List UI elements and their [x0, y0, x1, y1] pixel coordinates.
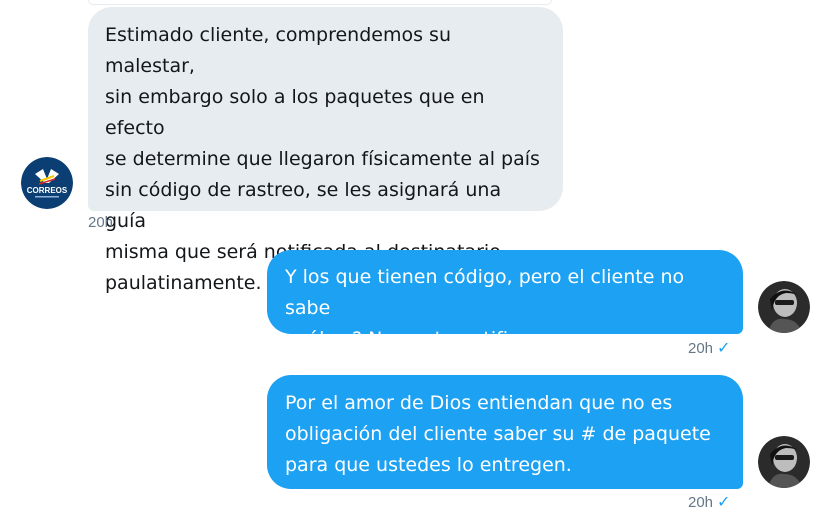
previous-message-edge: [88, 0, 552, 5]
sent-message-bubble[interactable]: Y los que tienen código, pero el cliente…: [267, 250, 743, 350]
correos-logo-icon[interactable]: CORREOS: [21, 157, 73, 209]
user-avatar-icon[interactable]: [758, 436, 810, 488]
message-timestamp: 20h: [688, 340, 714, 357]
check-icon: ✓: [717, 494, 731, 511]
message-timestamp: 20h: [88, 214, 114, 231]
correos-logo-text: CORREOS: [27, 186, 68, 195]
message-meta: 20h ✓: [688, 494, 730, 512]
sent-message-bubble[interactable]: Por el amor de Dios entiendan que no es …: [267, 375, 743, 489]
message-timestamp: 20h: [688, 494, 714, 511]
received-message-bubble[interactable]: Estimado cliente, comprendemos su malest…: [88, 7, 563, 294]
message-meta: 20h ✓: [688, 340, 730, 358]
check-icon: ✓: [717, 340, 731, 357]
user-avatar-icon[interactable]: [758, 281, 810, 333]
conversation-thread: Estimado cliente, comprendemos su malest…: [0, 0, 830, 526]
